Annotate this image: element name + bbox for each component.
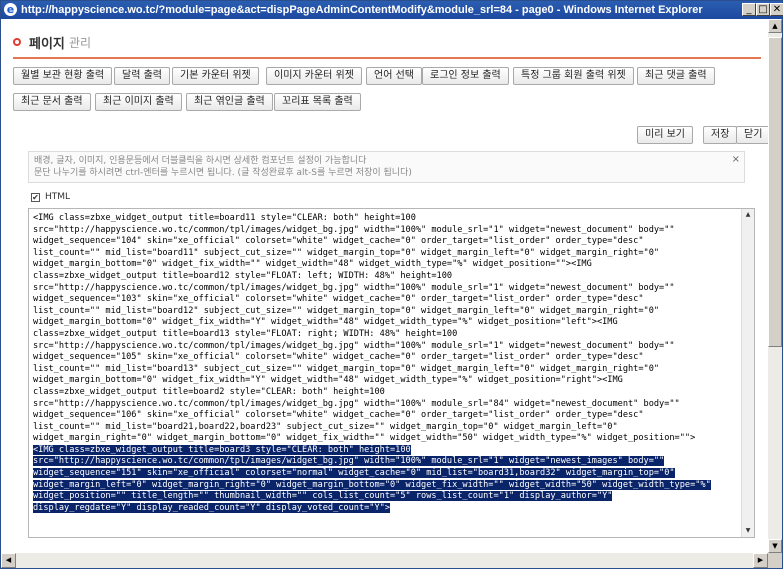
scroll-up-arrow-icon[interactable]: ▲ — [742, 209, 754, 221]
widget-button-recent-comments[interactable]: 최근 댓글 출력 — [637, 67, 715, 85]
html-editor-textarea[interactable]: <IMG class=zbxe_widget_output title=boar… — [28, 208, 755, 538]
editor-line[interactable]: widget_sequence="103" skin="xe_official"… — [33, 294, 750, 306]
editor-selected-line[interactable]: widget_position="" title_length="" thumb… — [33, 491, 750, 503]
widget-button-image-counter[interactable]: 이미지 카운터 위젯 — [266, 67, 362, 85]
html-checkbox[interactable]: ✔ — [31, 193, 40, 202]
editor-line[interactable]: src="http://happyscience.wo.tc/common/tp… — [33, 283, 750, 295]
editor-line[interactable]: widget_sequence="105" skin="xe_official"… — [33, 352, 750, 364]
editor-scrollbar[interactable]: ▲ ▼ — [741, 209, 754, 537]
editor-line[interactable]: widget_margin_bottom="0" widget_fix_widt… — [33, 375, 750, 387]
page-title: 페이지 — [29, 37, 65, 52]
window-title: http://happyscience.wo.tc/?module=page&a… — [21, 4, 703, 16]
widget-button-archive[interactable]: 월별 보관 현황 출력 — [13, 67, 113, 85]
html-label: HTML — [45, 192, 71, 202]
hint-line-2: 문단 나누기를 하시려면 ctrl-엔터를 누르시면 됩니다. (글 작성완료후… — [34, 168, 412, 178]
scroll-down-arrow-icon[interactable]: ▼ — [742, 525, 754, 537]
editor-selected-line[interactable]: display_regdate="Y" display_readed_count… — [33, 502, 750, 515]
editor-line[interactable]: widget_margin_right="0" widget_margin_bo… — [33, 433, 750, 445]
page-horizontal-scrollbar[interactable]: ◀ ▶ — [1, 553, 768, 568]
editor-selected-line[interactable]: <IMG class=zbxe_widget_output title=boar… — [33, 444, 750, 457]
editor-line[interactable]: widget_margin_bottom="0" widget_fix_widt… — [33, 317, 750, 329]
maximize-button[interactable]: □ — [756, 3, 770, 16]
editor-line[interactable]: class=zbxe_widget_output title=board12 s… — [33, 271, 750, 283]
header-divider — [13, 57, 761, 59]
page-scroll-left-icon[interactable]: ◀ — [1, 553, 16, 568]
editor-line[interactable]: src="http://happyscience.wo.tc/common/tp… — [33, 399, 750, 411]
hint-line-1: 배경, 글자, 이미지, 인용문등에서 더블클릭을 하시면 상세한 컴포넌트 설… — [34, 156, 367, 166]
editor-hint-box: 배경, 글자, 이미지, 인용문등에서 더블클릭을 하시면 상세한 컴포넌트 설… — [28, 151, 745, 183]
widget-button-recent-trackbacks[interactable]: 최근 엮인글 출력 — [186, 93, 273, 111]
minimize-button[interactable]: _ — [742, 3, 756, 16]
editor-selected-line[interactable]: widget_margin_left="0" widget_margin_rig… — [33, 479, 750, 492]
editor-line[interactable]: src="http://happyscience.wo.tc/common/tp… — [33, 341, 750, 353]
widget-button-counter[interactable]: 기본 카운터 위젯 — [172, 67, 259, 85]
editor-selected-line[interactable]: widget_sequence="151" skin="xe_official"… — [33, 468, 750, 480]
browser-window: e http://happyscience.wo.tc/?module=page… — [0, 0, 783, 569]
editor-line[interactable]: src="http://happyscience.wo.tc/common/tp… — [33, 225, 750, 237]
editor-line[interactable]: widget_sequence="106" skin="xe_official"… — [33, 410, 750, 422]
widget-button-language[interactable]: 언어 선택 — [366, 67, 422, 85]
page-content: 페이지 관리 월별 보관 현황 출력 달력 출력 기본 카운터 위젯 이미지 카… — [1, 19, 768, 553]
widget-button-recent-documents[interactable]: 최근 문서 출력 — [13, 93, 91, 111]
editor-line[interactable]: widget_sequence="104" skin="xe_official"… — [33, 236, 750, 248]
title-bar: e http://happyscience.wo.tc/?module=page… — [1, 1, 783, 19]
close-hint-icon[interactable]: × — [732, 154, 740, 166]
page-scroll-thumb[interactable] — [768, 37, 782, 347]
page-scroll-right-icon[interactable]: ▶ — [753, 553, 768, 568]
page-scroll-down-icon[interactable]: ▼ — [768, 539, 782, 553]
page-subtitle: 관리 — [69, 36, 92, 50]
editor-line[interactable]: list_count="" mid_list="board12" subject… — [33, 306, 750, 318]
editor-line[interactable]: <IMG class=zbxe_widget_output title=boar… — [33, 213, 750, 225]
page-vertical-scrollbar[interactable]: ▲ ▼ — [768, 19, 782, 553]
editor-line[interactable]: list_count="" mid_list="board21,board22,… — [33, 422, 750, 434]
editor-line[interactable]: widget_margin_bottom="0" widget_fix_widt… — [33, 259, 750, 271]
scrollbar-corner — [768, 553, 782, 568]
editor-line[interactable]: class=zbxe_widget_output title=board2 st… — [33, 387, 750, 399]
editor-line[interactable]: class=zbxe_widget_output title=board13 s… — [33, 329, 750, 341]
widget-button-group-members[interactable]: 특정 그룹 회원 출력 위젯 — [513, 67, 634, 85]
page-scroll-up-icon[interactable]: ▲ — [768, 19, 782, 33]
close-window-button[interactable]: ✕ — [770, 3, 783, 16]
widget-button-tag-list[interactable]: 꼬리표 목록 출력 — [274, 93, 361, 111]
widget-button-login-info[interactable]: 로그인 정보 출력 — [422, 67, 509, 85]
editor-selected-line[interactable]: src="http://happyscience.wo.tc/common/tp… — [33, 456, 750, 468]
close-button[interactable]: 닫기 — [736, 126, 768, 144]
widget-button-recent-images[interactable]: 최근 이미지 출력 — [95, 93, 182, 111]
editor-content[interactable]: <IMG class=zbxe_widget_output title=boar… — [29, 209, 754, 514]
save-button[interactable]: 저장 — [703, 126, 738, 144]
internet-explorer-icon: e — [4, 3, 17, 16]
logo-icon — [13, 38, 21, 46]
widget-button-calendar[interactable]: 달력 출력 — [114, 67, 170, 85]
editor-line[interactable]: list_count="" mid_list="board11" subject… — [33, 248, 750, 260]
editor-line[interactable]: list_count="" mid_list="board13" subject… — [33, 364, 750, 376]
preview-button[interactable]: 미리 보기 — [637, 126, 693, 144]
